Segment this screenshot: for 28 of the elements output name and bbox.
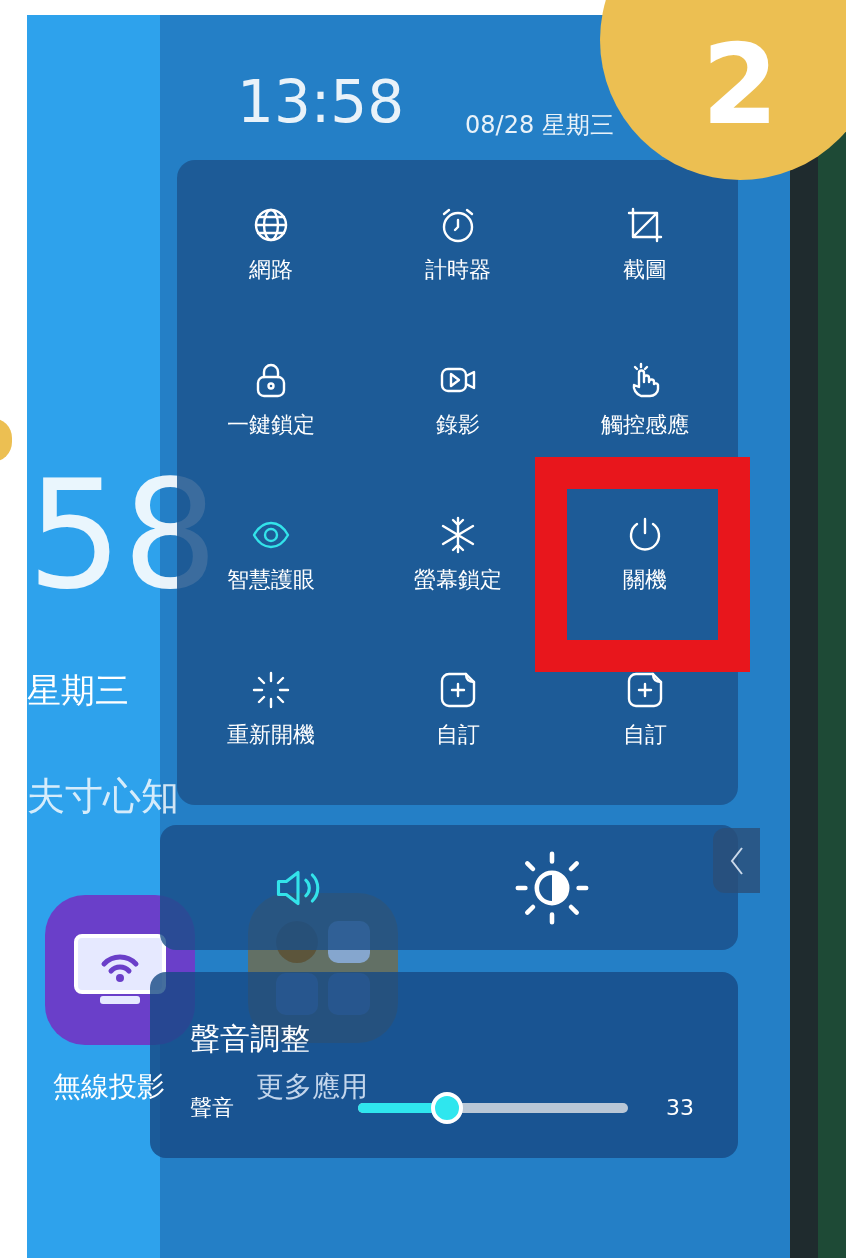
chevron-left-icon (729, 845, 744, 876)
loading-spinner-icon (250, 670, 291, 710)
app-label: 無線投影 (53, 1073, 165, 1101)
quick-setting-tile[interactable]: 自訂 (429, 660, 486, 746)
slider-thumb[interactable] (431, 1092, 464, 1124)
quick-setting-tile[interactable]: 智慧護眼 (220, 505, 321, 591)
quick-setting-tile[interactable]: 一鍵鎖定 (220, 350, 321, 436)
quick-setting-tile[interactable]: 關機 (616, 505, 673, 591)
home-quote: 夫寸心知 (27, 777, 179, 815)
quick-setting-tile[interactable]: 計時器 (418, 195, 497, 281)
home-weekday: 星期三 (27, 673, 129, 707)
quick-setting-tile[interactable]: 錄影 (429, 350, 486, 436)
quick-setting-tile[interactable]: 網路 (242, 195, 299, 281)
collapse-tab[interactable] (713, 828, 760, 893)
quick-setting-tile[interactable]: 螢幕鎖定 (407, 505, 508, 591)
home-clock: 58 (27, 460, 218, 610)
brightness-icon (514, 849, 590, 926)
quick-setting-tile[interactable]: 自訂 (616, 660, 673, 746)
panel-title: 聲音調整 (190, 1024, 311, 1054)
volume-value: 33 (666, 1097, 694, 1119)
volume-label: 聲音 (190, 1097, 235, 1119)
quick-setting-tile[interactable]: 觸控感應 (594, 350, 695, 436)
date-text: 08/28 星期三 (465, 113, 614, 137)
quick-setting-tile[interactable]: 截圖 (616, 195, 673, 281)
clock-time: 13:58 (237, 73, 405, 131)
quick-setting-tile[interactable]: 重新開機 (220, 660, 321, 746)
app-label: 更多應用 (256, 1073, 368, 1101)
toggle-button[interactable] (514, 849, 590, 926)
